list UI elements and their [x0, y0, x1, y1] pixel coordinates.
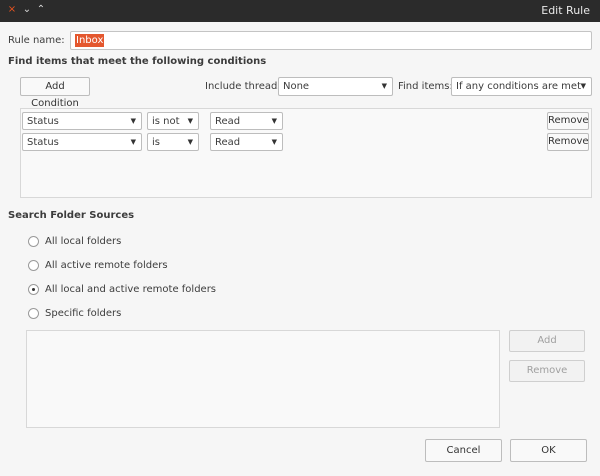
dropdown-arrow-icon: ▼ [381, 82, 387, 90]
ok-button[interactable]: OK [510, 439, 587, 462]
rule-name-input[interactable]: Inbox [70, 31, 592, 50]
remove-condition-button[interactable]: Remove [547, 133, 589, 151]
include-threads-value: None [283, 81, 310, 92]
condition-field-value: Status [27, 116, 59, 127]
include-threads-select[interactable]: None ▼ [278, 77, 393, 96]
rule-name-label: Rule name: [8, 35, 65, 46]
radio-label: Specific folders [45, 308, 122, 319]
radio-all-local-folders[interactable] [28, 236, 39, 247]
dropdown-arrow-icon: ▼ [271, 138, 277, 146]
condition-value-value: Read [215, 137, 241, 148]
condition-operator-value: is [152, 137, 160, 148]
remove-condition-button[interactable]: Remove [547, 112, 589, 130]
specific-folders-list[interactable] [26, 330, 500, 428]
find-items-select[interactable]: If any conditions are met ▼ [451, 77, 592, 96]
radio-label: All active remote folders [45, 260, 168, 271]
condition-field-value: Status [27, 137, 59, 148]
dropdown-arrow-icon: ▼ [187, 117, 193, 125]
maximize-icon[interactable]: ⌃ [35, 4, 47, 16]
condition-field-select[interactable]: Status ▼ [22, 112, 142, 130]
rule-name-value: Inbox [75, 34, 105, 47]
close-icon[interactable]: × [6, 4, 18, 16]
condition-operator-select[interactable]: is not ▼ [147, 112, 199, 130]
condition-value-select[interactable]: Read ▼ [210, 112, 283, 130]
condition-operator-value: is not [152, 116, 180, 127]
dropdown-arrow-icon: ▼ [130, 138, 136, 146]
radio-selected-dot [32, 288, 35, 291]
condition-value-value: Read [215, 116, 241, 127]
dropdown-arrow-icon: ▼ [130, 117, 136, 125]
add-folder-button[interactable]: Add [509, 330, 585, 352]
window-title: Edit Rule [541, 4, 590, 17]
find-items-value: If any conditions are met [456, 81, 581, 92]
dropdown-arrow-icon: ▼ [580, 82, 586, 90]
include-threads-label: Include threads [205, 81, 283, 92]
dropdown-arrow-icon: ▼ [271, 117, 277, 125]
radio-all-active-remote-folders[interactable] [28, 260, 39, 271]
cancel-button[interactable]: Cancel [425, 439, 502, 462]
add-condition-button[interactable]: Add Condition [20, 77, 90, 109]
radio-all-local-and-remote-folders[interactable] [28, 284, 39, 295]
conditions-heading: Find items that meet the following condi… [8, 56, 267, 67]
radio-specific-folders[interactable] [28, 308, 39, 319]
condition-value-select[interactable]: Read ▼ [210, 133, 283, 151]
title-bar: × ⌄ ⌃ Edit Rule [0, 0, 600, 22]
sources-heading: Search Folder Sources [8, 210, 135, 221]
find-items-label: Find items: [398, 81, 453, 92]
condition-field-select[interactable]: Status ▼ [22, 133, 142, 151]
radio-label: All local folders [45, 236, 122, 247]
minimize-icon[interactable]: ⌄ [21, 4, 33, 16]
dropdown-arrow-icon: ▼ [187, 138, 193, 146]
radio-label: All local and active remote folders [45, 284, 217, 295]
condition-operator-select[interactable]: is ▼ [147, 133, 199, 151]
remove-folder-button[interactable]: Remove [509, 360, 585, 382]
